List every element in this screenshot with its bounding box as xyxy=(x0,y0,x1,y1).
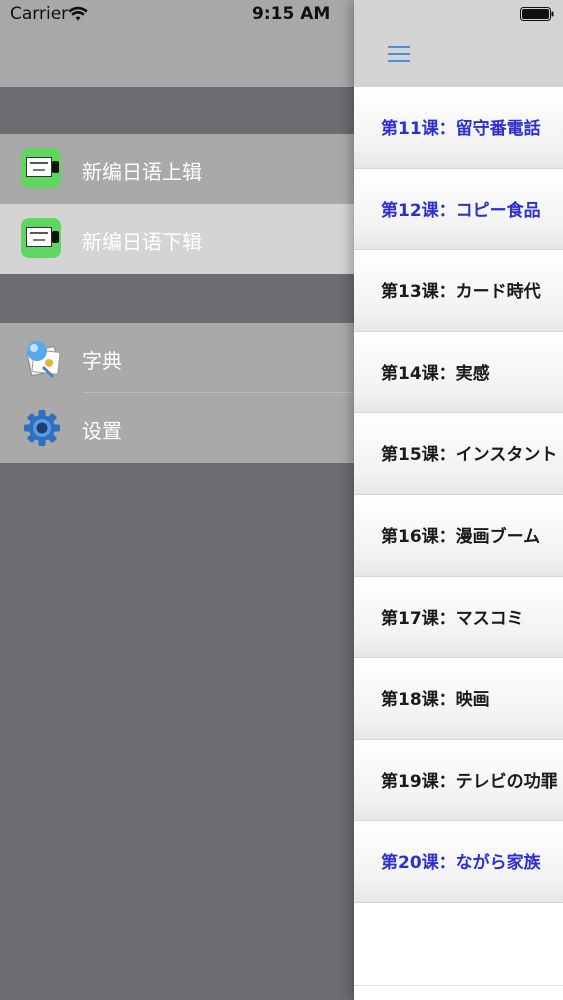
lesson-title: 第17课：マスコミ xyxy=(381,608,524,629)
lesson-row[interactable]: 第17课：マスコミ xyxy=(354,576,563,659)
tools-menu: 字典 设置 xyxy=(0,323,354,463)
navigation-bar xyxy=(354,0,563,87)
lesson-row[interactable]: 第18课：映画 xyxy=(354,658,563,740)
menu-item-label: 新编日语下辑 xyxy=(82,230,202,254)
lesson-row[interactable]: 第14课：実感 xyxy=(354,331,563,414)
book-menu: 新编日语上辑 新编日语下辑 xyxy=(0,134,354,274)
menu-toggle-icon[interactable] xyxy=(388,44,410,64)
empty-list-row xyxy=(354,903,563,986)
lesson-title: 第14课：実感 xyxy=(381,363,490,384)
lesson-title: 第19课：テレビの功罪 xyxy=(381,771,558,792)
lesson-row[interactable]: 第16课：漫画ブーム xyxy=(354,494,563,577)
lesson-list: 第11课：留守番電話 第12课：コピー食品 第13课：カード時代 第14课：実感… xyxy=(354,87,563,903)
lesson-title: 第16课：漫画ブーム xyxy=(381,526,541,547)
menu-item-settings[interactable]: 设置 xyxy=(0,393,354,463)
side-drawer: Carrier 9:15 AM 新编日语上辑 新编日语下辑 字典 设置 xyxy=(0,0,354,1000)
menu-item-book-volume-1[interactable]: 新编日语上辑 xyxy=(0,134,354,204)
wifi-icon xyxy=(68,6,88,21)
lesson-row[interactable]: 第11课：留守番電話 xyxy=(354,87,563,169)
gear-icon xyxy=(24,410,60,446)
dictionary-icon xyxy=(26,341,61,379)
book-icon xyxy=(21,148,63,190)
clock: 9:15 AM xyxy=(252,4,331,24)
carrier-label: Carrier xyxy=(10,4,69,24)
menu-item-dictionary[interactable]: 字典 xyxy=(0,323,354,393)
battery-icon xyxy=(520,7,554,21)
lesson-title: 第15课：インスタント xyxy=(381,445,558,466)
lesson-title: 第13课：カード時代 xyxy=(381,282,541,303)
lesson-title: 第18课：映画 xyxy=(381,690,490,711)
menu-item-label: 设置 xyxy=(82,419,122,443)
lesson-title: 第12课：コピー食品 xyxy=(381,200,541,221)
lesson-row[interactable]: 第19课：テレビの功罪 xyxy=(354,739,563,822)
menu-item-book-volume-2[interactable]: 新编日语下辑 xyxy=(0,204,354,274)
status-bar: Carrier 9:15 AM xyxy=(0,0,354,87)
lesson-title: 第11课：留守番電話 xyxy=(381,119,541,139)
menu-item-label: 新编日语上辑 xyxy=(82,160,202,184)
book-icon xyxy=(21,218,63,260)
lesson-row[interactable]: 第13课：カード時代 xyxy=(354,250,563,332)
lesson-row[interactable]: 第12课：コピー食品 xyxy=(354,168,563,251)
lesson-row[interactable]: 第20课：ながら家族 xyxy=(354,821,563,903)
menu-item-label: 字典 xyxy=(82,349,122,373)
lesson-row[interactable]: 第15课：インスタント xyxy=(354,413,563,495)
lesson-panel: 第11课：留守番電話 第12课：コピー食品 第13课：カード時代 第14课：実感… xyxy=(354,0,563,1000)
lesson-title: 第20课：ながら家族 xyxy=(381,853,541,874)
